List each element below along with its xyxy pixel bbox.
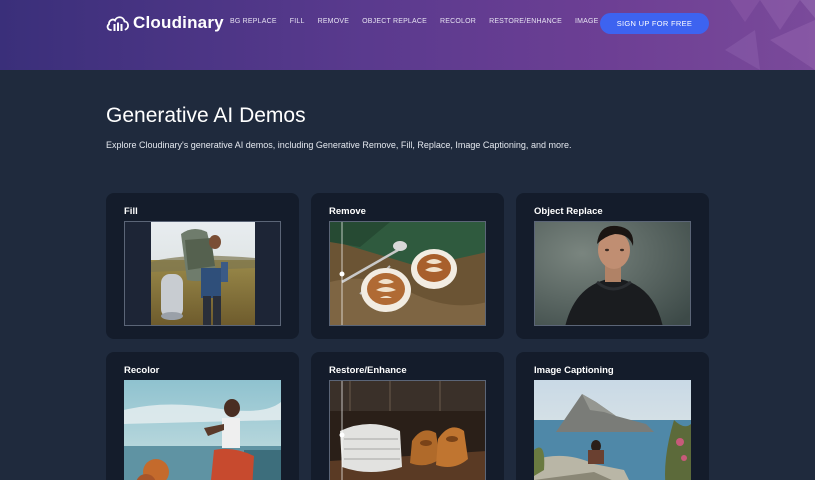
portrait-photo <box>535 222 690 325</box>
site-header: Cloudinary BG REPLACE FILL REMOVE OBJECT… <box>0 0 815 70</box>
demo-card-remove[interactable]: Remove <box>311 193 504 339</box>
demo-card-fill[interactable]: Fill <box>106 193 299 339</box>
island-photo <box>534 380 691 480</box>
nav-fill[interactable]: FILL <box>290 18 305 25</box>
card-title: Restore/Enhance <box>329 365 407 376</box>
demo-card-recolor[interactable]: Recolor <box>106 352 299 480</box>
hiker-photo <box>151 222 255 325</box>
demo-image-restore <box>329 380 486 480</box>
card-title: Image Captioning <box>534 365 614 376</box>
demo-card-object-replace[interactable]: Object Replace <box>516 193 709 339</box>
demo-image-latte <box>329 221 486 326</box>
demo-card-image-captioning[interactable]: Image Captioning <box>516 352 709 480</box>
demo-image-hiker <box>124 221 281 326</box>
demo-image-portrait <box>534 221 691 326</box>
main-nav: BG REPLACE FILL REMOVE OBJECT REPLACE RE… <box>230 18 659 25</box>
cloud-logo-icon <box>106 16 129 31</box>
nav-recolor[interactable]: RECOLOR <box>440 18 476 25</box>
demo-image-recolor <box>124 380 281 480</box>
card-title: Object Replace <box>534 206 603 217</box>
page-title: Generative AI Demos <box>106 104 306 127</box>
cloudinary-logo[interactable]: Cloudinary <box>106 12 224 34</box>
latte-photo <box>330 222 485 325</box>
nav-object-replace[interactable]: OBJECT REPLACE <box>362 18 427 25</box>
nav-restore-enhance[interactable]: RESTORE/ENHANCE <box>489 18 562 25</box>
signup-button[interactable]: SIGN UP FOR FREE <box>600 13 709 34</box>
card-title: Fill <box>124 206 138 217</box>
nav-remove[interactable]: REMOVE <box>318 18 350 25</box>
card-title: Remove <box>329 206 366 217</box>
brand-name: Cloudinary <box>133 13 224 32</box>
page-subtitle: Explore Cloudinary's generative AI demos… <box>106 140 572 150</box>
demo-image-caption <box>534 380 691 480</box>
nav-bg-replace[interactable]: BG REPLACE <box>230 18 277 25</box>
shoes-photo <box>330 381 485 480</box>
demo-card-restore-enhance[interactable]: Restore/Enhance <box>311 352 504 480</box>
card-title: Recolor <box>124 365 160 376</box>
header-decoration <box>725 0 815 70</box>
woman-by-sea-photo <box>124 380 281 480</box>
